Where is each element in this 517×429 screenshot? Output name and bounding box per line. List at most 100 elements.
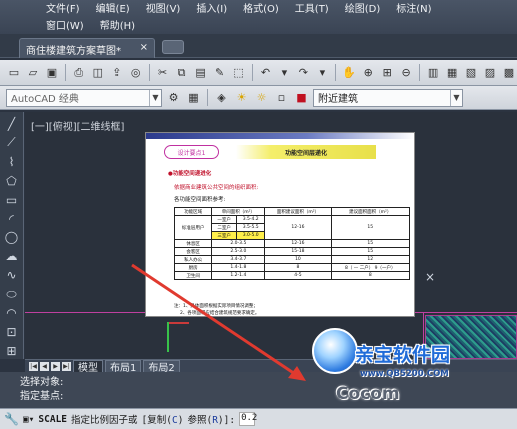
redo-dropdown-icon[interactable]: ▾ xyxy=(314,64,330,81)
properties-icon[interactable]: ▥ xyxy=(425,64,441,81)
menu-tools[interactable]: 工具(T) xyxy=(295,0,329,15)
insert-block-icon[interactable]: ⊡ xyxy=(4,324,20,340)
zoom-realtime-icon[interactable]: ⊕ xyxy=(360,64,376,81)
layer-lock-icon[interactable]: ▫ xyxy=(273,89,290,106)
menu-insert[interactable]: 插入(I) xyxy=(196,0,227,15)
table-row: 厨房 1.4-1.8 8 8（ — 二户） 9（一户） xyxy=(173,263,411,272)
command-input[interactable]: 0.2 xyxy=(239,412,257,426)
table-cell: 一室户 xyxy=(211,215,238,224)
menu-format[interactable]: 格式(O) xyxy=(243,0,279,15)
sun-icon[interactable]: ☼ xyxy=(253,89,270,106)
menu-file[interactable]: 文件(F) xyxy=(46,0,80,15)
table-header: 单间面积（m²） xyxy=(211,207,266,216)
menu-edit[interactable]: 编辑(E) xyxy=(96,0,130,15)
table-cell: 休息区 xyxy=(173,239,213,248)
polygon-icon[interactable]: ⬠ xyxy=(4,173,20,189)
inserted-image[interactable]: 设计要点1 功能空间层递化 ●功能空间递进化 依据商业建筑公共空间的组织面积: … xyxy=(145,132,415,317)
chevron-down-icon[interactable]: ▼ xyxy=(450,89,462,106)
option-reference[interactable]: 参照(R)]: xyxy=(187,412,235,426)
block-editor-icon[interactable]: ⬚ xyxy=(231,64,247,81)
table-cell: 3.5-4.2 xyxy=(236,215,266,224)
zoom-previous-icon[interactable]: ⊖ xyxy=(398,64,414,81)
zoom-window-icon[interactable]: ⊞ xyxy=(379,64,395,81)
tab-model[interactable]: 模型 xyxy=(73,359,103,374)
option-copy-pre: [复制( xyxy=(141,415,172,426)
command-dropdown-icon[interactable]: ▣▾ xyxy=(23,414,34,425)
table-cell: 卫生间 xyxy=(173,271,213,280)
workspace-select[interactable]: AutoCAD 经典 ▼ xyxy=(6,88,162,107)
construction-line-icon[interactable]: ⟋ xyxy=(4,135,20,151)
markup-icon[interactable]: ▩ xyxy=(501,64,517,81)
lock-icon[interactable]: ■ xyxy=(293,89,310,106)
table-cell: 15 xyxy=(330,247,411,256)
ellipse-icon[interactable]: ⬭ xyxy=(4,286,20,302)
table-header: 功能区域 xyxy=(173,207,213,216)
table-cell: 15 xyxy=(330,215,411,240)
layer-properties-icon[interactable]: ◈ xyxy=(213,89,230,106)
rectangle-icon[interactable]: ▭ xyxy=(4,192,20,208)
workspace-settings-icon[interactable]: ▦ xyxy=(185,89,202,106)
menu-dimension[interactable]: 标注(N) xyxy=(396,0,431,15)
print-preview-icon[interactable]: ◫ xyxy=(90,64,106,81)
gear-icon[interactable]: ⚙ xyxy=(165,89,182,106)
print-icon[interactable]: ⎙ xyxy=(71,64,87,81)
cut-icon[interactable]: ✂ xyxy=(155,64,171,81)
copy-icon[interactable]: ⧉ xyxy=(174,64,190,81)
table-cell: 标准层用户 xyxy=(173,215,213,240)
polyline-icon[interactable]: ⌇ xyxy=(4,154,20,170)
menu-window[interactable]: 窗口(W) xyxy=(46,17,84,32)
table-cell: 12 xyxy=(330,255,411,264)
first-tab-icon[interactable]: |◀ xyxy=(29,361,38,371)
line-icon[interactable]: ╱ xyxy=(4,116,20,132)
circle-icon[interactable]: ◯ xyxy=(4,230,20,246)
viewport-label[interactable]: [一][俯视][二维线框] xyxy=(31,118,124,133)
tab-layout2[interactable]: 布局2 xyxy=(143,359,180,374)
revision-cloud-icon[interactable]: ☁ xyxy=(4,248,20,264)
ucs-x-axis xyxy=(167,322,189,324)
spline-icon[interactable]: ∿ xyxy=(4,267,20,283)
pan-icon[interactable]: ✋ xyxy=(341,64,357,81)
menu-draw[interactable]: 绘图(D) xyxy=(345,0,381,15)
new-file-icon[interactable]: ▭ xyxy=(6,64,22,81)
redo-icon[interactable]: ↷ xyxy=(295,64,311,81)
design-point-tag: 设计要点1 xyxy=(164,145,219,159)
table-cell: 3.0-5.0 xyxy=(236,231,266,240)
new-tab-button[interactable] xyxy=(162,40,184,54)
menu-help[interactable]: 帮助(H) xyxy=(100,17,135,32)
table-cell: 私人办公 xyxy=(173,255,213,264)
layer-select[interactable]: 附近建筑 ▼ xyxy=(313,88,463,107)
ellipse-arc-icon[interactable]: ◠ xyxy=(4,305,20,321)
option-reference-post: )]: xyxy=(217,415,236,426)
paste-icon[interactable]: ▤ xyxy=(193,64,209,81)
undo-dropdown-icon[interactable]: ▾ xyxy=(276,64,292,81)
wrench-icon[interactable]: 🔧 xyxy=(4,412,19,426)
open-folder-icon[interactable]: ▱ xyxy=(25,64,41,81)
prev-tab-icon[interactable]: ◀ xyxy=(40,361,49,371)
file-tab[interactable]: 商住楼建筑方案草图* × xyxy=(19,38,155,58)
design-center-icon[interactable]: ▦ xyxy=(444,64,460,81)
match-properties-icon[interactable]: ✎ xyxy=(212,64,228,81)
table-cell: 会客区 xyxy=(173,247,213,256)
last-tab-icon[interactable]: ▶| xyxy=(62,361,71,371)
chevron-down-icon[interactable]: ▼ xyxy=(149,89,161,106)
undo-icon[interactable]: ↶ xyxy=(257,64,273,81)
next-tab-icon[interactable]: ▶ xyxy=(51,361,60,371)
menu-view[interactable]: 视图(V) xyxy=(146,0,181,15)
lightbulb-icon[interactable]: ☀ xyxy=(233,89,250,106)
toolbar-divider xyxy=(64,64,66,81)
sheet-set-icon[interactable]: ▨ xyxy=(482,64,498,81)
publish-icon[interactable]: ⇪ xyxy=(109,64,125,81)
tool-palettes-icon[interactable]: ▧ xyxy=(463,64,479,81)
command-prompt: 指定比例因子或 xyxy=(71,415,138,426)
crosshair-marker: × xyxy=(425,270,436,284)
toolbar-divider xyxy=(251,64,253,81)
option-copy[interactable]: [复制(C) xyxy=(142,412,184,426)
workspace-toolbar: AutoCAD 经典 ▼ ⚙ ▦ ◈ ☀ ☼ ▫ ■ 附近建筑 ▼ xyxy=(0,86,517,110)
table-cell: 二室户 xyxy=(211,223,238,232)
save-icon[interactable]: ▣ xyxy=(44,64,60,81)
tab-layout1[interactable]: 布局1 xyxy=(105,359,142,374)
plot-icon[interactable]: ◎ xyxy=(128,64,144,81)
close-icon[interactable]: × xyxy=(140,42,148,55)
make-block-icon[interactable]: ⊞ xyxy=(4,343,20,359)
arc-icon[interactable]: ◜ xyxy=(4,211,20,227)
